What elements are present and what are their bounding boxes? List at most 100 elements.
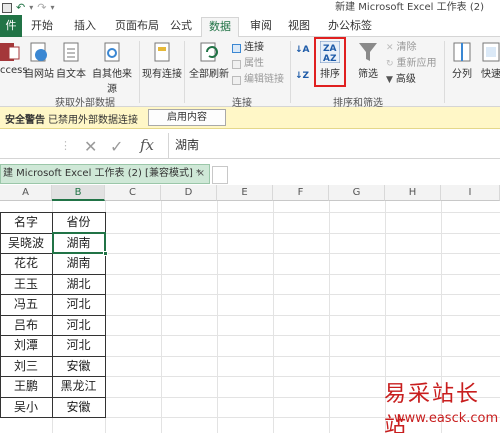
advanced-filter-button[interactable]: ▼ 高级 — [386, 73, 416, 87]
table-cell[interactable]: 湖南 — [52, 253, 105, 273]
column-header-d[interactable]: D — [161, 185, 217, 201]
enable-content-button[interactable]: 启用内容 — [148, 109, 226, 126]
from-web-label: 自网站 — [24, 69, 54, 80]
clear-button[interactable]: ✕ 清除 — [386, 41, 417, 55]
clear-label: 清除 — [396, 42, 417, 53]
column-header-a[interactable]: A — [0, 185, 52, 201]
existing-connections-label: 现有连接 — [142, 69, 182, 80]
table-cell[interactable]: 冯五 — [0, 294, 52, 314]
sort-button[interactable]: ZA AZ 排序 — [314, 37, 346, 87]
table-cell[interactable]: 吕布 — [0, 315, 52, 335]
column-header-i[interactable]: I — [441, 185, 500, 201]
advanced-label: 高级 — [395, 74, 416, 85]
svg-text:ZA: ZA — [323, 44, 337, 54]
title-bar: ↶ ▾ ↷ ▾ 新建 Microsoft Excel 工作表 (2) — [0, 0, 500, 15]
table-cell[interactable]: 安徽 — [52, 356, 105, 376]
table-cell[interactable]: 王鹏 — [0, 376, 52, 396]
tab-formulas[interactable]: 公式 — [166, 17, 196, 37]
table-cell[interactable]: 湖北 — [52, 274, 105, 294]
formula-input[interactable]: 湖南 — [168, 133, 500, 159]
flash-fill-label: 快速 — [481, 69, 500, 80]
sort-ascending-button[interactable]: ↓A — [295, 43, 310, 57]
from-access-button[interactable]: ccess — [0, 41, 28, 76]
tab-home[interactable]: 开始 — [26, 17, 58, 37]
security-warning-message: 已禁用外部数据连接 — [48, 115, 138, 126]
access-icon — [0, 43, 20, 61]
connections-label: 连接 — [244, 42, 264, 53]
refresh-icon — [200, 42, 218, 62]
dropdown-chevron-icon[interactable]: ▾ — [29, 3, 33, 12]
ribbon-data: ccess 自网站 自文本 自其他来源 现有连接 获取外部数据 全部刷新 连接 … — [0, 37, 500, 109]
tab-insert[interactable]: 插入 — [70, 17, 100, 37]
table-border-horizontal — [0, 376, 106, 377]
table-cell[interactable]: 安徽 — [52, 397, 105, 417]
tab-review[interactable]: 审阅 — [246, 17, 276, 37]
clear-filter-icon: ✕ — [386, 43, 394, 53]
table-header-cell[interactable]: 省份 — [52, 212, 105, 232]
close-workbook-icon[interactable]: × — [197, 165, 205, 183]
column-header-b[interactable]: B — [52, 185, 105, 201]
customize-qat-icon[interactable]: ▾ — [50, 3, 54, 12]
from-web-button[interactable]: 自网站 — [24, 41, 54, 80]
save-icon[interactable] — [2, 2, 12, 13]
fill-handle[interactable] — [103, 251, 108, 256]
table-cell[interactable]: 河北 — [52, 315, 105, 335]
column-gridline — [273, 201, 274, 433]
filter-button[interactable]: 筛选 — [354, 41, 382, 80]
table-border-horizontal — [0, 417, 106, 418]
new-workbook-tab-button[interactable] — [212, 166, 228, 184]
column-header-e[interactable]: E — [217, 185, 273, 201]
table-cell[interactable]: 花花 — [0, 253, 52, 273]
sort-descending-button[interactable]: ↓Z — [295, 69, 309, 83]
quick-access-toolbar: ↶ ▾ ↷ ▾ — [0, 0, 54, 15]
tab-data[interactable]: 数据 — [201, 17, 239, 38]
edit-links-label: 编辑链接 — [244, 74, 284, 85]
from-text-button[interactable]: 自文本 — [56, 41, 86, 80]
web-icon — [30, 42, 47, 62]
redo-icon[interactable]: ↷ — [37, 1, 46, 14]
table-cell[interactable]: 河北 — [52, 294, 105, 314]
ribbon-tabs: 件 开始 插入 页面布局 公式 数据 审阅 视图 办公标签 — [0, 15, 500, 38]
connections-button[interactable]: 连接 — [232, 41, 264, 55]
table-cell[interactable]: 黑龙江 — [52, 376, 105, 396]
formula-bar-grip-icon: ⋮ — [60, 139, 71, 152]
table-cell[interactable]: 吴晓波 — [0, 233, 52, 253]
table-cell[interactable]: 刘潭 — [0, 335, 52, 355]
existing-connections-icon — [154, 42, 170, 62]
workbook-tab[interactable]: 建 Microsoft Excel 工作表 (2) [兼容模式] * × — [0, 164, 210, 184]
table-cell[interactable]: 王玉 — [0, 274, 52, 294]
undo-icon[interactable]: ↶ — [16, 1, 25, 14]
table-cell[interactable]: 吴小 — [0, 397, 52, 417]
column-header-g[interactable]: G — [329, 185, 385, 201]
table-cell[interactable]: 河北 — [52, 335, 105, 355]
column-header-c[interactable]: C — [105, 185, 161, 201]
flash-fill-button[interactable]: 快速 — [478, 41, 500, 80]
table-header-cell[interactable]: 名字 — [0, 212, 52, 232]
table-cell[interactable]: 刘三 — [0, 356, 52, 376]
text-to-columns-button[interactable]: 分列 — [450, 41, 474, 80]
insert-function-icon[interactable]: fx — [140, 136, 154, 154]
sort-ascending-icon: ↓A — [295, 45, 310, 55]
column-header-h[interactable]: H — [385, 185, 441, 201]
cancel-entry-icon[interactable]: ✕ — [84, 137, 97, 156]
existing-connections-button[interactable]: 现有连接 — [142, 41, 182, 80]
security-warning-title: 安全警告 — [5, 115, 45, 126]
reapply-button[interactable]: ↻ 重新应用 — [386, 57, 437, 71]
column-header-f[interactable]: F — [273, 185, 329, 201]
from-other-sources-label: 自其他来源 — [92, 69, 132, 95]
refresh-all-button[interactable]: 全部刷新 — [188, 41, 230, 80]
edit-links-button[interactable]: 编辑链接 — [232, 73, 284, 87]
table-border-horizontal — [0, 294, 106, 295]
tab-page-layout[interactable]: 页面布局 — [108, 17, 166, 37]
text-file-icon — [63, 42, 79, 62]
text-to-columns-label: 分列 — [452, 69, 472, 80]
confirm-entry-icon[interactable]: ✓ — [110, 137, 123, 156]
tab-view[interactable]: 视图 — [284, 17, 314, 37]
properties-label: 属性 — [244, 58, 264, 69]
tab-file[interactable]: 件 — [0, 15, 22, 37]
active-cell-b3[interactable] — [52, 232, 108, 256]
tab-office-tab[interactable]: 办公标签 — [324, 17, 376, 37]
table-border-horizontal — [0, 273, 106, 275]
from-other-sources-button[interactable]: 自其他来源 — [88, 41, 136, 95]
properties-button[interactable]: 属性 — [232, 57, 264, 71]
